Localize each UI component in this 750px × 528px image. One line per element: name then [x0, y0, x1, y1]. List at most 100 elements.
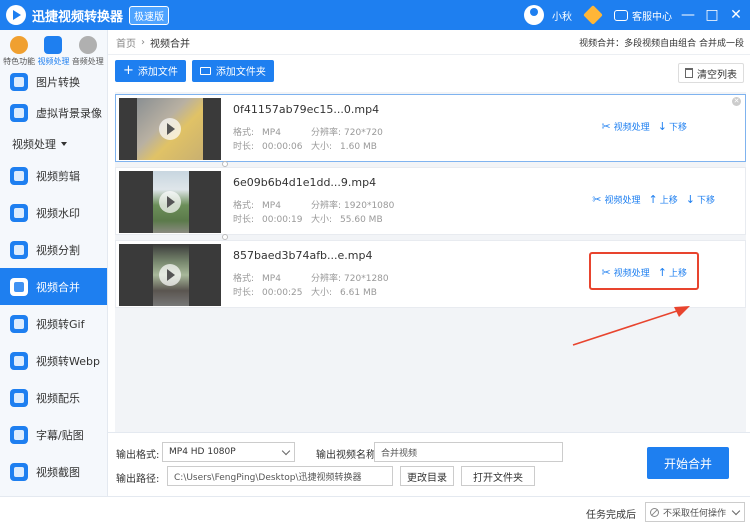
format-value: MP4 — [262, 274, 281, 284]
sidebar-item-virtual-bg[interactable]: 虚拟背景录像 — [0, 94, 107, 131]
play-icon[interactable] — [159, 118, 181, 140]
trash-icon — [685, 68, 693, 78]
sidebar-item-label: 视频水印 — [36, 206, 80, 220]
after-task-label: 任务完成后 — [586, 510, 636, 521]
screenshot-icon — [10, 462, 28, 481]
chat-icon[interactable] — [614, 9, 628, 21]
clear-list-button[interactable]: 清空列表 — [678, 63, 744, 83]
merge-icon — [10, 277, 28, 296]
file-row[interactable]: 6e09b6b4d1e1dd...9.mp4 格式: MP4 分辨率: 1920*1… — [115, 167, 746, 235]
resolution-value: 1920*1080 — [344, 201, 395, 211]
edit-icon — [10, 166, 28, 185]
sidebar-item-music[interactable]: 视频配乐 — [0, 379, 107, 416]
minimize-button[interactable]: — — [680, 7, 696, 23]
tab-featured[interactable]: 特色功能 — [3, 36, 35, 70]
avatar[interactable] — [524, 5, 544, 25]
move-down-button[interactable]: ↓ 下移 — [658, 120, 687, 133]
file-row[interactable]: 0f41157ab79ec15...0.mp4 格式: MP4 分辨率: 720*7… — [115, 94, 746, 162]
remove-file-icon[interactable]: ✕ — [732, 97, 741, 106]
file-meta-resolution: 分辨率: 1920*1080 — [311, 198, 394, 211]
sidebar-item-label: 视频合并 — [36, 280, 80, 294]
title-bar-right: 小秋 客服中心 — □ ✕ — [524, 0, 744, 30]
file-name: 0f41157ab79ec15...0.mp4 — [233, 103, 380, 116]
output-name-input[interactable]: 合并视频 — [374, 442, 563, 462]
move-up-button[interactable]: ↑ 上移 — [649, 193, 678, 206]
add-folder-button[interactable]: 添加文件夹 — [191, 59, 274, 82]
play-icon[interactable] — [159, 191, 181, 213]
title-bar: 迅捷视频转换器 极速版 小秋 客服中心 — □ ✕ — [0, 0, 750, 30]
output-path-value: C:\Users\FengPing\Desktop\迅捷视频转换器 — [174, 472, 362, 483]
tab-audio-processing[interactable]: 音频处理 — [72, 36, 104, 70]
play-icon[interactable] — [159, 264, 181, 286]
sidebar-item-gif[interactable]: 视频转Gif — [0, 305, 107, 342]
format-label: 格式: — [233, 128, 255, 138]
sidebar-item-webp[interactable]: 视频转Webp — [0, 342, 107, 379]
size-value: 1.60 MB — [340, 142, 377, 152]
process-label: 视频处理 — [613, 123, 650, 133]
file-meta-resolution: 分辨率: 720*1280 — [311, 271, 389, 284]
sidebar-item-merge[interactable]: 视频合并 — [0, 268, 107, 305]
output-settings: 输出格式: MP4 HD 1080P 输出视频名称 合并视频 输出路径: C:\… — [108, 432, 750, 496]
output-name-value: 合并视频 — [381, 448, 418, 459]
scissors-icon: ✂ — [601, 120, 611, 133]
video-thumbnail[interactable] — [119, 244, 221, 306]
size-label: 大小: — [311, 215, 333, 225]
process-button[interactable]: ✂ 视频处理 — [592, 193, 640, 206]
watermark-icon — [10, 203, 28, 222]
close-button[interactable]: ✕ — [728, 7, 744, 23]
sidebar: 特色功能 视频处理 音频处理 图片转换 虚拟背景录像 视频处理 视频剪辑 视频水… — [0, 30, 108, 496]
after-task-select[interactable]: 不采取任何操作 — [645, 502, 745, 522]
sidebar-section-video[interactable]: 视频处理 — [0, 131, 107, 157]
edition-badge: 极速版 — [129, 5, 170, 25]
chevron-down-icon — [731, 506, 741, 516]
main-panel: 首页 › 视频合并 视频合并：多段视频自由组合 合并成一段 + 添加文件 添加文… — [108, 30, 750, 496]
start-merge-button[interactable]: 开始合并 — [647, 447, 729, 479]
ban-icon — [650, 507, 659, 517]
sidebar-item-watermark[interactable]: 视频水印 — [0, 194, 107, 231]
open-folder-button[interactable]: 打开文件夹 — [461, 466, 535, 486]
process-button[interactable]: ✂ 视频处理 — [602, 120, 650, 133]
username[interactable]: 小秋 — [552, 8, 572, 23]
row-actions: ✂ 视频处理 ↓ 下移 — [602, 120, 687, 133]
resolution-value: 720*720 — [344, 128, 383, 138]
file-meta-format: 格式: MP4 — [233, 271, 281, 284]
sidebar-item-label: 视频配乐 — [36, 391, 80, 405]
move-down-button[interactable]: ↓ 下移 — [686, 193, 715, 206]
output-format-label: 输出格式: — [116, 450, 160, 461]
service-center-link[interactable]: 客服中心 — [632, 8, 672, 23]
file-name: 6e09b6b4d1e1dd...9.mp4 — [233, 176, 377, 189]
file-meta-size: 大小: 6.61 MB — [311, 285, 377, 298]
add-file-button[interactable]: + 添加文件 — [115, 59, 186, 82]
add-file-label: 添加文件 — [137, 67, 178, 78]
sidebar-item-split[interactable]: 视频分割 — [0, 231, 107, 268]
video-thumbnail[interactable] — [119, 98, 221, 160]
size-value: 6.61 MB — [340, 288, 377, 298]
size-label: 大小: — [311, 288, 333, 298]
output-path-input[interactable]: C:\Users\FengPing\Desktop\迅捷视频转换器 — [167, 466, 393, 486]
image-icon — [10, 73, 28, 91]
resolution-label: 分辨率: — [311, 201, 342, 211]
file-meta-duration: 时长: 00:00:25 — [233, 285, 302, 298]
video-thumbnail[interactable] — [119, 171, 221, 233]
file-meta-resolution: 分辨率: 720*720 — [311, 125, 383, 138]
breadcrumb-separator: › — [141, 36, 145, 48]
film-icon — [44, 36, 63, 54]
vip-gem-icon[interactable] — [583, 5, 603, 25]
sidebar-item-label: 视频转Gif — [36, 317, 85, 331]
breadcrumb-home[interactable]: 首页 — [116, 35, 136, 50]
sidebar-item-label: 虚拟背景录像 — [36, 106, 102, 120]
footer: 任务完成后 不采取任何操作 — [0, 496, 750, 528]
tab-video-processing[interactable]: 视频处理 — [37, 36, 69, 70]
sidebar-item-edit[interactable]: 视频剪辑 — [0, 157, 107, 194]
output-format-select[interactable]: MP4 HD 1080P — [162, 442, 295, 462]
sidebar-item-subtitle[interactable]: 字幕/贴图 — [0, 416, 107, 453]
maximize-button[interactable]: □ — [704, 7, 720, 23]
format-label: 格式: — [233, 274, 255, 284]
change-dir-button[interactable]: 更改目录 — [400, 466, 454, 486]
sidebar-item-image-convert[interactable]: 图片转换 — [0, 70, 107, 94]
tab-label: 视频处理 — [37, 57, 70, 66]
sidebar-item-screenshot[interactable]: 视频截图 — [0, 453, 107, 490]
file-meta-duration: 时长: 00:00:06 — [233, 139, 302, 152]
star-icon — [10, 425, 28, 444]
add-folder-label: 添加文件夹 — [215, 67, 266, 78]
